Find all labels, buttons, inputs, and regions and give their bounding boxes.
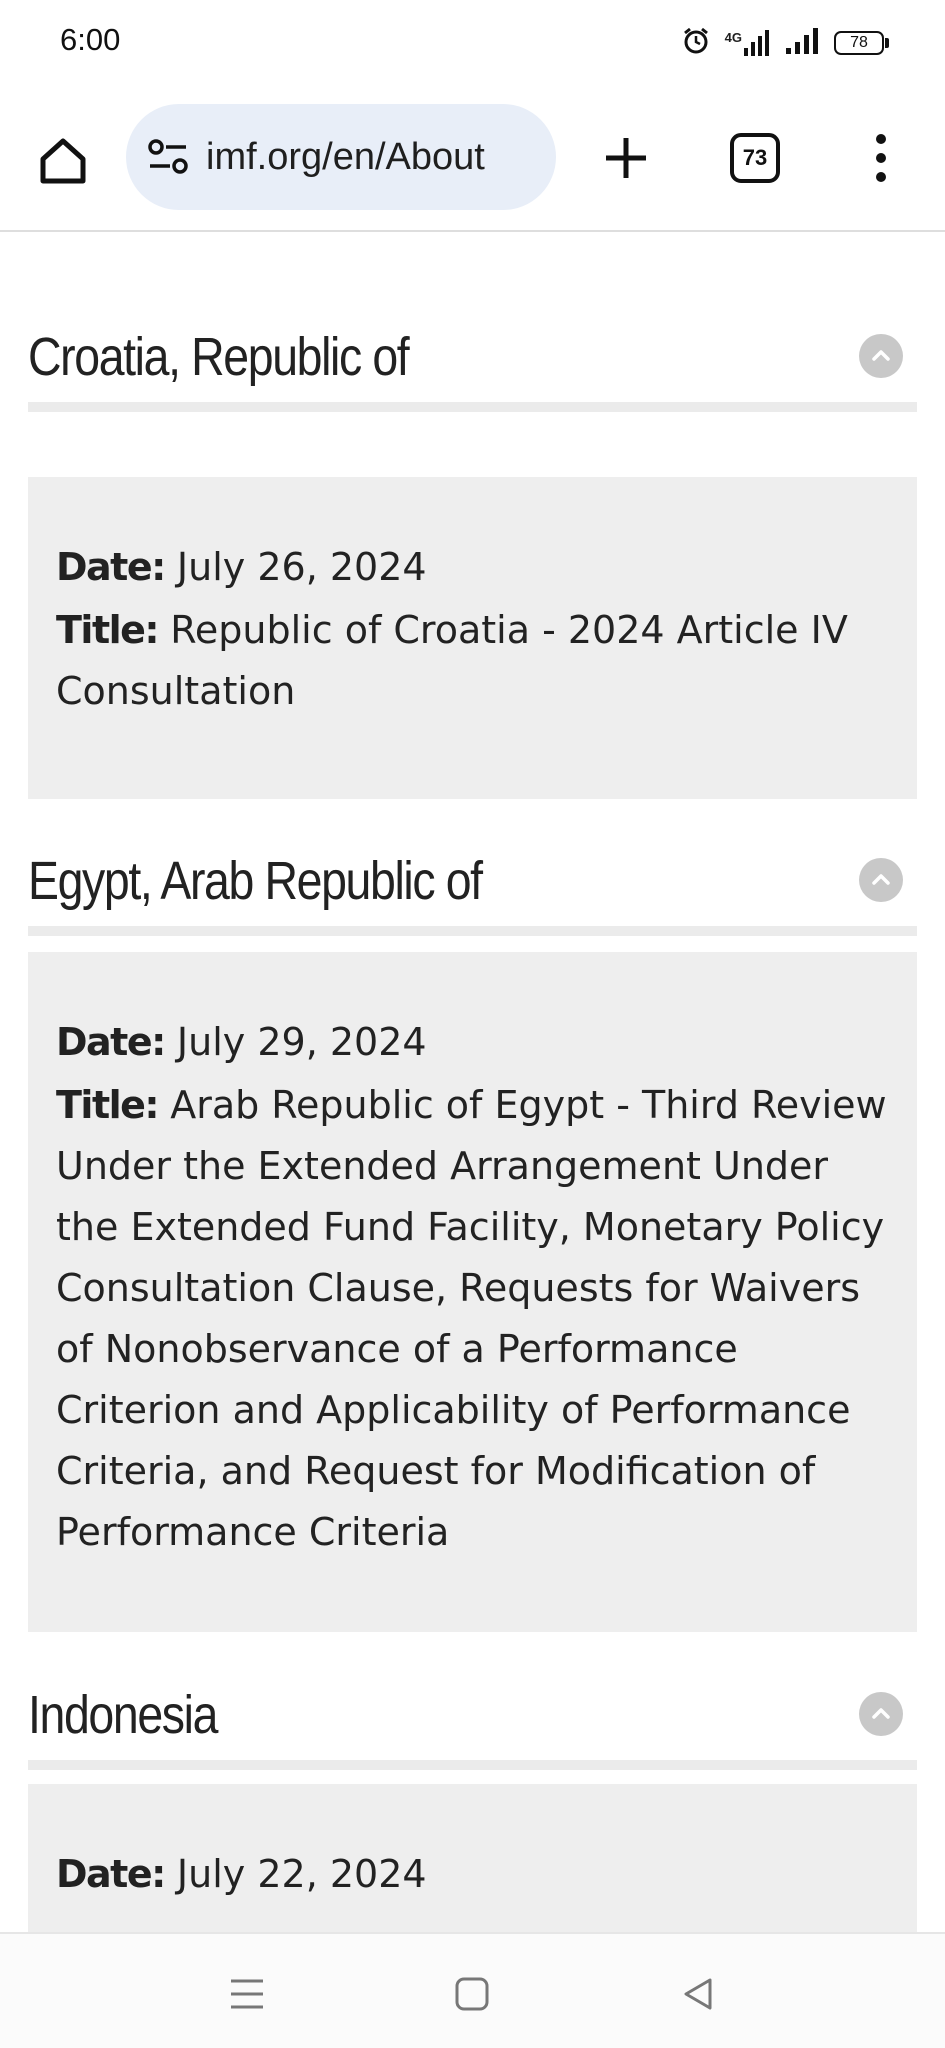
section-header-indonesia[interactable]: Indonesia <box>28 1684 917 1770</box>
more-icon <box>876 134 886 144</box>
system-nav-bar <box>0 1932 945 2048</box>
status-time: 6:00 <box>60 22 121 57</box>
square-icon <box>455 1977 489 2011</box>
entry-card: Date: July 22, 2024 <box>28 1784 917 1932</box>
battery-level: 78 <box>834 31 884 55</box>
alarm-icon <box>681 26 711 60</box>
plus-icon <box>606 138 646 178</box>
title-field: Title: Arab Republic of Egypt - Third Re… <box>56 1083 887 1554</box>
tab-switcher-button[interactable]: 73 <box>730 133 780 183</box>
back-button[interactable] <box>678 1974 718 2014</box>
url-text: imf.org/en/About <box>206 135 485 178</box>
signal-icon <box>786 28 820 58</box>
battery-icon: 78 <box>834 31 889 55</box>
chevron-up-icon <box>872 350 890 361</box>
new-tab-button[interactable] <box>596 128 656 188</box>
recent-apps-button[interactable] <box>227 1974 267 2014</box>
home-button[interactable] <box>32 130 94 192</box>
section-header-egypt[interactable]: Egypt, Arab Republic of <box>28 850 917 936</box>
site-settings-icon[interactable] <box>146 134 192 180</box>
section-divider <box>28 402 917 412</box>
date-field: Date: July 22, 2024 <box>56 1852 427 1896</box>
section-title: Egypt, Arab Republic of <box>28 851 483 911</box>
entry-card: Date: July 26, 2024 Title: Republic of C… <box>28 477 917 799</box>
menu-icon <box>231 1979 263 2009</box>
collapse-button[interactable] <box>859 1692 903 1736</box>
section-title: Indonesia <box>28 1685 218 1745</box>
collapse-button[interactable] <box>859 858 903 902</box>
date-field: Date: July 26, 2024 <box>56 545 427 589</box>
status-icons: 4G 78 <box>681 26 889 60</box>
status-bar: 6:00 4G 78 <box>0 0 945 84</box>
section-divider <box>28 1760 917 1770</box>
section-header-croatia[interactable]: Croatia, Republic of <box>28 326 917 412</box>
title-field: Title: Republic of Croatia - 2024 Articl… <box>56 608 848 713</box>
date-field: Date: July 29, 2024 <box>56 1020 427 1064</box>
home-icon <box>40 138 86 184</box>
browser-toolbar: imf.org/en/About 73 <box>0 84 945 232</box>
back-triangle-icon <box>684 1978 712 2010</box>
collapse-button[interactable] <box>859 334 903 378</box>
page-content: Croatia, Republic of Date: July 26, 2024… <box>0 232 945 1932</box>
chevron-up-icon <box>872 874 890 885</box>
section-title: Croatia, Republic of <box>28 327 410 387</box>
address-bar[interactable]: imf.org/en/About <box>126 104 556 210</box>
home-nav-button[interactable] <box>452 1974 492 2014</box>
section-divider <box>28 926 917 936</box>
entry-card: Date: July 29, 2024 Title: Arab Republic… <box>28 952 917 1632</box>
signal-4g-icon: 4G <box>725 30 772 56</box>
more-menu-button[interactable] <box>866 128 896 188</box>
chevron-up-icon <box>872 1708 890 1719</box>
network-type: 4G <box>724 30 742 45</box>
